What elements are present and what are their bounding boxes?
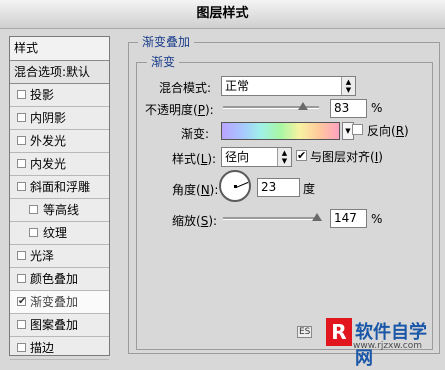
style-item-checkbox[interactable] [17,182,26,191]
style-item[interactable]: 光泽 [10,245,109,268]
scale-slider[interactable] [223,217,319,220]
angle-input[interactable]: 23 [257,178,300,197]
watermark: R 软件自学网 www.rjzxw.com [326,316,442,369]
style-item[interactable]: 投影 [10,84,109,107]
style-item-label: 描边 [30,341,55,355]
blending-options-item[interactable]: 混合选项:默认 [10,61,109,84]
gradient-label: 渐变: [181,127,210,141]
style-item[interactable]: 内阴影 [10,107,109,130]
styles-list: 样式 混合选项:默认 投影内阴影外发光内发光斜面和浮雕等高线纹理光泽颜色叠加 ✔ 渐… [9,36,110,360]
style-item-label: 等高线 [43,203,80,217]
style-item-checkbox[interactable] [17,251,26,260]
style-item[interactable]: 等高线 [10,199,109,222]
style-item[interactable]: 斜面和浮雕 [10,176,109,199]
style-item-checkbox[interactable] [17,343,26,352]
style-select[interactable]: 径向 ▲ ▼ [221,147,292,167]
style-item[interactable]: 图案叠加 [10,314,109,337]
group-title: 渐变 [147,53,180,70]
angle-needle [236,181,249,188]
style-value: 径向 [225,150,250,164]
scale-input[interactable]: 147 [330,209,367,228]
style-item-checkbox[interactable] [29,205,38,214]
watermark-logo-icon: R [326,318,352,346]
align-with-layer-label: 与图层对齐(I) [310,150,383,164]
blend-mode-select[interactable]: 正常 ▲ ▼ [221,76,356,96]
style-item[interactable]: 描边 [10,337,109,360]
angle-dial-center [234,185,237,188]
style-item[interactable]: 外发光 [10,130,109,153]
stepper-arrows-icon: ▲ ▼ [341,77,355,95]
blend-mode-label: 混合模式: [159,81,212,95]
angle-unit: 度 [303,182,316,196]
style-item[interactable]: 纹理 [10,222,109,245]
opacity-input[interactable]: 83 [330,99,367,118]
blend-mode-value: 正常 [225,79,250,93]
style-item-checkbox[interactable] [17,320,26,329]
scale-unit: % [371,212,383,226]
style-item[interactable]: 颜色叠加 [10,268,109,291]
panel-title: 渐变叠加 [138,33,195,50]
style-item-label: 颜色叠加 [30,272,79,286]
style-item-label: 投影 [30,88,55,102]
align-with-layer-checkbox[interactable]: ✔ [296,150,307,161]
style-item-checkbox[interactable]: ✔ [17,297,26,307]
gradient-swatch[interactable] [221,122,340,140]
opacity-slider-thumb[interactable] [297,102,308,110]
style-label: 样式(L): [172,152,217,166]
angle-dial[interactable] [219,170,251,202]
style-item-checkbox[interactable] [17,274,26,283]
opacity-label: 不透明度(P): [145,103,214,117]
style-item-label: 纹理 [43,226,68,240]
style-item-checkbox[interactable] [29,228,38,237]
style-item-checkbox[interactable] [17,136,26,145]
watermark-url: www.rjzxw.com [353,341,422,351]
style-item-label: 内阴影 [30,111,67,125]
scale-label: 缩放(S): [172,214,218,228]
scale-slider-thumb[interactable] [312,213,323,221]
style-item-label: 内发光 [30,157,67,171]
es-icon: ES [297,326,313,338]
style-item[interactable]: 内发光 [10,153,109,176]
style-item-checkbox[interactable] [17,90,26,99]
style-item-label: 斜面和浮雕 [30,180,91,194]
style-item-label: 图案叠加 [30,318,79,332]
reverse-checkbox[interactable] [352,124,363,135]
style-item-checkbox[interactable] [17,113,26,122]
dialog-title: 图层样式 [0,0,445,29]
style-item-label: 光泽 [30,249,55,263]
style-item-checkbox[interactable] [17,159,26,168]
style-item-label: 渐变叠加 [30,295,79,309]
reverse-label: 反向(R) [367,124,409,138]
angle-label: 角度(N): [172,183,219,197]
opacity-unit: % [371,101,383,115]
stepper-arrows-icon: ▲ ▼ [277,148,291,166]
style-item[interactable]: ✔ 渐变叠加 [10,291,109,314]
styles-header[interactable]: 样式 [10,37,109,61]
style-item-label: 外发光 [30,134,67,148]
